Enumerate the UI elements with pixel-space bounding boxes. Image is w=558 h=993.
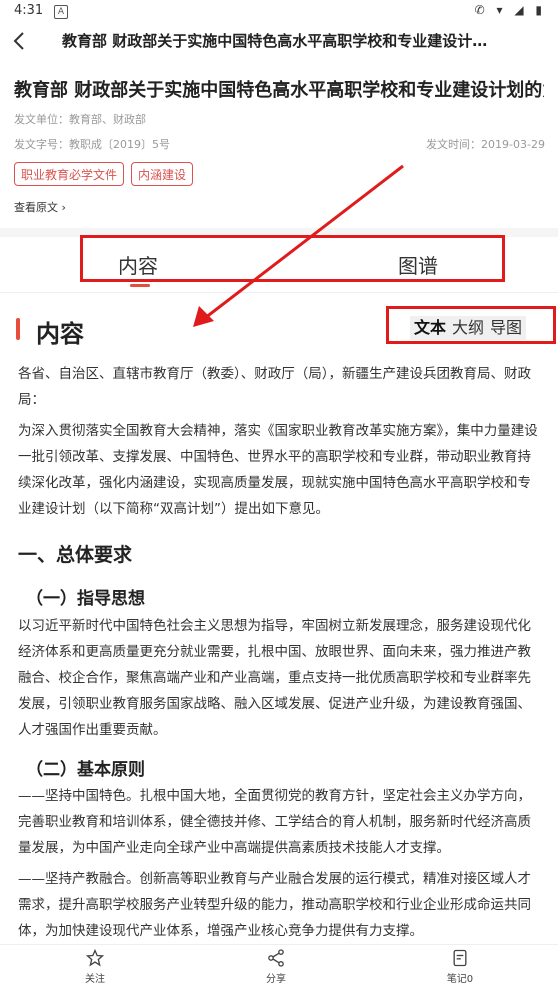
status-icons: ✆ ▾ ◢ ▮ — [474, 3, 546, 17]
paragraph-guiding-ideology: 以习近平新时代中国特色社会主义思想为指导，牢固树立新发展理念，服务建设现代化经济… — [18, 618, 531, 738]
section-accent-bar — [16, 318, 20, 340]
share-icon — [268, 949, 284, 967]
share-button[interactable]: 分享 — [246, 948, 306, 985]
document-number: 发文字号：教职成〔2019〕5号 — [14, 138, 170, 151]
paragraph-intro: 为深入贯彻落实全国教育大会精神，落实《国家职业教育改革实施方案》，集中力量建设一… — [18, 423, 538, 517]
heading-guiding-ideology: （一）指导思想 — [26, 589, 145, 609]
nav-title: 教育部 财政部关于实施中国特色高水平高职学校和专业建设计划… — [62, 32, 502, 50]
paragraph-addressees: 各省、自治区、直辖市教育厅（教委）、财政厅（局），新疆生产建设兵团教育局、财政局… — [18, 366, 531, 408]
tabs-divider — [0, 292, 558, 293]
view-original-link[interactable]: 查看原文 › — [14, 199, 66, 215]
annotation-box-tabs — [80, 235, 505, 282]
follow-label: 关注 — [85, 974, 105, 985]
status-time: 4:31 — [14, 3, 44, 18]
nav-bar: 教育部 财政部关于实施中国特色高水平高职学校和专业建设计划… — [0, 24, 558, 60]
paragraph-principle-chinese-features: ——坚持中国特色。扎根中国大地，全面贯彻党的教育方针，坚定社会主义办学方向，完善… — [18, 788, 531, 856]
issuing-unit: 发文单位：教育部、财政部 — [14, 113, 146, 126]
back-arrow-icon[interactable] — [10, 26, 30, 56]
notes-button[interactable]: 笔记0 — [430, 948, 490, 985]
active-tab-indicator — [130, 284, 150, 287]
share-label: 分享 — [266, 974, 286, 985]
heading-basic-principles: （二）基本原则 — [26, 760, 145, 780]
annotation-box-modes — [386, 306, 556, 344]
note-icon — [453, 949, 467, 967]
document-title: 教育部 财政部关于实施中国特色高水平高职学校和专业建设计划的意见 — [14, 80, 544, 101]
tag-connotation-building[interactable]: 内涵建设 — [131, 162, 194, 186]
tag-vocational-education[interactable]: 职业教育必学文件 — [14, 162, 125, 186]
app-notification-icon: A — [54, 5, 68, 19]
follow-button[interactable]: 关注 — [65, 948, 125, 985]
section-title: 内容 — [36, 320, 84, 348]
status-bar: 4:31 A ✆ ▾ ◢ ▮ — [0, 0, 558, 24]
heading-general-requirements: 一、总体要求 — [18, 544, 133, 566]
paragraph-principle-industry-education: ——坚持产教融合。创新高等职业教育与产业融合发展的运行模式，精准对接区域人才需求… — [18, 871, 531, 939]
star-icon — [85, 948, 105, 967]
issue-date: 发文时间：2019-03-29 — [426, 138, 545, 151]
notes-label: 笔记0 — [446, 974, 474, 985]
